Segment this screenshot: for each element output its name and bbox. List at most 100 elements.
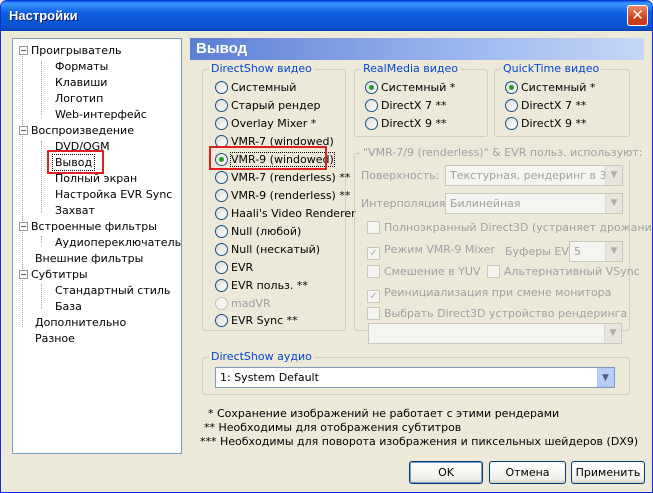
tree-node-advanced[interactable]: Дополнительно [33,315,128,330]
radio-icon [215,81,228,94]
radio-ds-evr-custom[interactable]: EVR польз. ** [215,278,308,294]
tree-node-playback[interactable]: − Воспроизведение [17,123,136,138]
realmedia-video-group: RealMedia видео Системный * DirectX 7 **… [354,62,488,137]
interpolation-select[interactable]: Билинейная ▼ [445,193,623,214]
radio-icon [505,117,518,130]
footnote-3: *** Необходимы для поворота изображения … [200,435,639,448]
tree-root-line [22,51,23,327]
checkbox-vmr9-mixer[interactable]: ✓ Режим VMR-9 Mixer [367,242,495,260]
tree-node-misc[interactable]: Разное [33,331,77,346]
radio-qt-system[interactable]: Системный * [505,80,595,96]
collapse-icon[interactable]: − [19,270,28,279]
checkbox-alt-vsync[interactable]: Альтернативный VSync [487,264,640,280]
radio-ds-haali[interactable]: Haali's Video Renderer [215,206,356,222]
ok-button[interactable]: OK [409,461,483,484]
radio-checked-icon [365,81,378,94]
radio-icon [215,297,228,310]
vmr-settings-group: "VMR-7/9 (renderless)" & EVR польз. испо… [354,146,652,331]
tree-node-subtitles[interactable]: − Субтитры [17,267,90,282]
radio-ds-evr[interactable]: EVR [215,260,253,276]
checkbox-reinit-monitor[interactable]: ✓ Реинициализация при смене монитора [367,285,611,303]
tree-node-fullscreen[interactable]: Полный экран [53,171,139,186]
radio-ds-vmr7-renderless[interactable]: VMR-7 (renderless) ** [215,170,350,186]
tree-branch-line [41,236,42,246]
radio-ds-null-uncompressed[interactable]: Null (нескатый) [215,242,320,258]
radio-icon [365,117,378,130]
tree-node-web-interface[interactable]: Web-интерфейс [53,107,149,122]
directshow-audio-group: DirectShow аудио 1: System Default ▼ [202,350,630,395]
interpolation-label: Интерполяция: [361,197,450,210]
tree-node-internal-filters[interactable]: − Встроенные фильтры [17,219,159,234]
radio-rm-directx9[interactable]: DirectX 9 ** [365,116,446,132]
radio-ds-overlay-mixer[interactable]: Overlay Mixer * [215,116,316,132]
radio-ds-null-any[interactable]: Null (любой) [215,224,301,240]
tree-node-database[interactable]: База [53,299,84,314]
group-label: DirectShow видео [209,62,314,76]
footnote-2: ** Необходимы для отображения субтитров [204,421,462,434]
checkbox-icon [367,307,380,320]
footnote-1: * Сохранение изображений не работает с э… [208,407,560,420]
tree-node-default-style[interactable]: Стандартный стиль [53,283,172,298]
page-title: Вывод [190,38,644,60]
highlight-box-vmr9 [209,146,327,170]
radio-ds-madvr[interactable]: madVR [215,296,271,312]
apply-button[interactable]: Применить [571,461,645,484]
audio-renderer-select[interactable]: 1: System Default ▼ [215,367,615,388]
d3d-device-select[interactable]: ▼ [368,323,622,344]
radio-icon [215,279,228,292]
tree-branch-line [41,284,42,309]
radio-ds-evr-sync[interactable]: EVR Sync ** [215,313,298,329]
tree-node-audio-switcher[interactable]: Аудиопереключатель [53,235,183,250]
settings-tree[interactable]: − Проигрыватель Форматы Клавиши Логотип W… [12,38,182,454]
tree-node-player[interactable]: − Проигрыватель [17,43,124,58]
radio-icon [215,225,228,238]
surface-select[interactable]: Текстурная, рендеринг в 3D ** ▼ [445,165,623,186]
radio-icon [215,117,228,130]
tree-branch-line [41,141,42,213]
checkbox-fullscreen-d3d[interactable]: Полноэкранный Direct3D (устраняет дрожан… [367,220,652,236]
radio-rm-system[interactable]: Системный * [365,80,455,96]
chevron-down-icon: ▼ [605,242,622,261]
directshow-video-group: DirectShow видео Системный Старый рендер… [202,62,356,331]
chevron-down-icon: ▼ [597,368,614,387]
dialog-client: − Проигрыватель Форматы Клавиши Логотип W… [4,31,652,491]
radio-ds-system[interactable]: Системный [215,80,296,96]
checkbox-select-d3d-device[interactable]: Выбрать Direct3D устройство рендеринга [367,306,627,322]
radio-icon [505,99,518,112]
collapse-icon[interactable]: − [19,46,28,55]
radio-icon [215,189,228,202]
radio-qt-directx9[interactable]: DirectX 9 ** [505,116,586,132]
tree-node-keys[interactable]: Клавиши [53,75,109,90]
radio-qt-directx7[interactable]: DirectX 7 ** [505,98,586,114]
tree-node-external-filters[interactable]: Внешние фильтры [33,251,145,266]
surface-label: Поверхность: [361,169,440,182]
evr-buffers-select[interactable]: 5 ▼ [569,241,623,262]
tree-node-evr-sync[interactable]: Настройка EVR Sync [53,187,174,202]
tree-node-capture[interactable]: Захват [53,203,97,218]
checkbox-yuv-mixing[interactable]: Смешение в YUV [367,264,480,280]
radio-icon [365,99,378,112]
radio-icon [215,99,228,112]
checkbox-icon [487,265,500,278]
close-button[interactable]: ✕ [627,5,648,26]
chevron-down-icon: ▼ [605,166,622,185]
cancel-button[interactable]: Отмена [489,461,566,484]
quicktime-video-group: QuickTime видео Системный * DirectX 7 **… [494,62,630,137]
chevron-down-icon: ▼ [605,194,622,213]
tree-branch-line [41,61,42,118]
tree-node-logo[interactable]: Логотип [53,91,105,106]
collapse-icon[interactable]: − [19,222,28,231]
settings-window: Настройки ✕ − Проигрыватель Форматы Клави… [0,0,653,493]
title-bar[interactable]: Настройки ✕ [1,1,652,31]
radio-icon [215,261,228,274]
radio-ds-old-renderer[interactable]: Старый рендер [215,98,320,114]
tree-node-formats[interactable]: Форматы [53,59,110,74]
group-label: DirectShow аудио [209,350,314,364]
group-label: QuickTime видео [501,62,602,76]
radio-icon [215,314,228,327]
radio-rm-directx7[interactable]: DirectX 7 ** [365,98,446,114]
collapse-icon[interactable]: − [19,126,28,135]
radio-checked-icon [505,81,518,94]
radio-ds-vmr9-renderless[interactable]: VMR-9 (renderless) ** [215,188,350,204]
group-label: "VMR-7/9 (renderless)" & EVR польз. испо… [361,146,645,160]
